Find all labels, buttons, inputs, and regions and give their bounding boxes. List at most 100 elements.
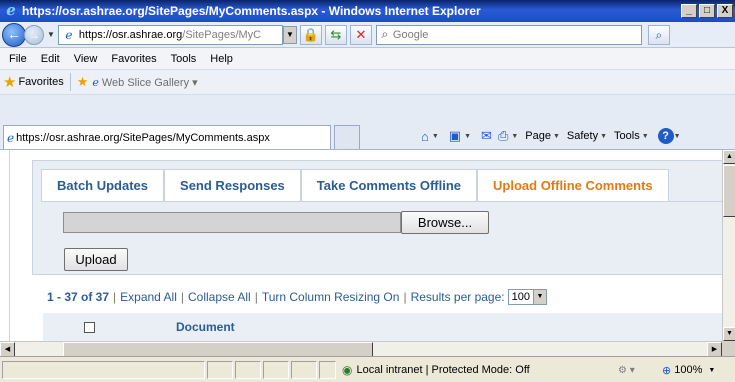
status-cell bbox=[291, 361, 317, 379]
close-button[interactable]: X bbox=[717, 4, 733, 18]
scroll-right-button[interactable]: ▶ bbox=[707, 342, 722, 357]
address-toolbar: ← → ▼ ℯ https://osr.ashrae.org/SitePages… bbox=[0, 22, 735, 48]
home-dropdown-icon[interactable]: ▼ bbox=[432, 133, 439, 140]
protected-mode-button[interactable]: ⚙ ▾ bbox=[618, 361, 635, 379]
favorites-star-icon[interactable]: ★ bbox=[3, 73, 16, 91]
feeds-dropdown-icon[interactable]: ▼ bbox=[464, 133, 471, 140]
page-menu-chevron-icon[interactable]: ▼ bbox=[553, 133, 560, 140]
column-resizing-link[interactable]: Turn Column Resizing On bbox=[262, 290, 400, 304]
stop-button[interactable]: ✕ bbox=[349, 24, 372, 45]
web-slice-gallery-link[interactable]: ℯ Web Slice Gallery ▾ bbox=[92, 76, 197, 89]
lock-icon[interactable]: 🔒 bbox=[299, 24, 322, 45]
help-chevron-icon[interactable]: ▼ bbox=[674, 133, 681, 140]
menu-help[interactable]: Help bbox=[210, 53, 233, 65]
document-column-header[interactable]: Document bbox=[176, 320, 235, 334]
address-dropdown-button[interactable]: ▼ bbox=[282, 25, 297, 44]
upload-button[interactable]: Upload bbox=[64, 248, 128, 271]
window-title: https://osr.ashrae.org/SitePages/MyComme… bbox=[22, 4, 481, 18]
help-icon[interactable]: ? bbox=[657, 128, 674, 144]
tab-row: ℯ https://osr.ashrae.org/SitePages/MyCom… bbox=[0, 95, 735, 150]
menu-file[interactable]: File bbox=[9, 53, 27, 65]
zoom-chevron-icon: ▼ bbox=[708, 366, 716, 374]
collapse-all-link[interactable]: Collapse All bbox=[188, 290, 251, 304]
security-zone[interactable]: ◉ Local intranet | Protected Mode: Off bbox=[338, 361, 558, 379]
safety-menu-chevron-icon[interactable]: ▼ bbox=[600, 133, 607, 140]
vertical-scroll-thumb[interactable] bbox=[723, 165, 735, 217]
vertical-scrollbar[interactable]: ▲ ▼ bbox=[722, 150, 735, 341]
security-zone-label: Local intranet | Protected Mode: Off bbox=[356, 364, 530, 376]
web-slice-label: Web Slice Gallery bbox=[101, 76, 190, 89]
minimize-button[interactable]: _ bbox=[681, 4, 697, 18]
ie-page-icon: ℯ bbox=[92, 76, 99, 89]
browse-button[interactable]: Browse... bbox=[401, 211, 489, 234]
home-icon[interactable]: ⌂ bbox=[421, 129, 429, 144]
results-per-page-label: Results per page: bbox=[410, 290, 505, 304]
back-button[interactable]: ← bbox=[2, 22, 26, 47]
favorites-separator bbox=[69, 73, 71, 91]
status-text-cell bbox=[2, 361, 205, 379]
search-placeholder: Google bbox=[392, 28, 429, 41]
status-cell bbox=[235, 361, 261, 379]
zoom-button[interactable]: ⊕ 100% ▼ bbox=[662, 361, 715, 379]
print-dropdown-icon[interactable]: ▼ bbox=[511, 133, 518, 140]
address-input[interactable]: ℯ https://osr.ashrae.org/SitePages/MyC bbox=[57, 24, 283, 45]
page-menu[interactable]: Page bbox=[525, 130, 551, 142]
safety-menu[interactable]: Safety bbox=[567, 130, 598, 142]
menu-tools[interactable]: Tools bbox=[171, 53, 197, 65]
horizontal-scroll-thumb[interactable] bbox=[63, 342, 373, 357]
forward-button[interactable]: → bbox=[24, 24, 44, 45]
maximize-button[interactable]: □ bbox=[699, 4, 715, 18]
search-icon: ⌕ bbox=[381, 27, 389, 41]
menu-edit[interactable]: Edit bbox=[41, 53, 60, 65]
tab-take-comments-offline[interactable]: Take Comments Offline bbox=[300, 169, 478, 201]
tab-upload-offline-comments[interactable]: Upload Offline Comments bbox=[477, 169, 669, 201]
tools-menu[interactable]: Tools bbox=[614, 130, 640, 142]
status-cell bbox=[319, 361, 336, 379]
menu-favorites[interactable]: Favorites bbox=[111, 53, 156, 65]
content-left-gutter bbox=[0, 150, 10, 341]
scroll-down-button[interactable]: ▼ bbox=[723, 327, 735, 341]
separator: | bbox=[113, 290, 117, 304]
results-count: 1 - 37 of 37 bbox=[47, 290, 110, 304]
refresh-button[interactable]: ⇆ bbox=[324, 24, 347, 45]
tab-strip: Batch Updates Send Responses Take Commen… bbox=[41, 169, 669, 201]
add-favorite-icon[interactable]: ★ bbox=[77, 74, 89, 90]
search-go-button[interactable]: ⌕ bbox=[647, 24, 670, 45]
separator: | bbox=[180, 290, 184, 304]
search-input[interactable]: ⌕ Google bbox=[375, 24, 642, 45]
file-path-input[interactable] bbox=[63, 212, 401, 233]
ie-logo-icon: ℯ bbox=[6, 2, 16, 19]
mail-icon[interactable]: ✉ bbox=[481, 128, 492, 144]
menu-view[interactable]: View bbox=[74, 53, 98, 65]
tab-title: https://osr.ashrae.org/SitePages/MyComme… bbox=[16, 131, 270, 144]
tools-menu-chevron-icon[interactable]: ▼ bbox=[642, 133, 649, 140]
zoom-icon: ⊕ bbox=[662, 364, 672, 377]
separator: | bbox=[403, 290, 407, 304]
command-bar: ⌂ ▼ ▣ ▼ ✉ ⎙ ▼ Page ▼ Safety ▼ Tools ▼ ? ▼ bbox=[418, 125, 688, 147]
horizontal-scrollbar[interactable]: ◀ ▶ bbox=[0, 341, 722, 357]
scroll-left-button[interactable]: ◀ bbox=[0, 342, 15, 357]
print-icon[interactable]: ⎙ bbox=[498, 128, 508, 144]
results-per-page-select[interactable]: 100 ▼ bbox=[507, 289, 547, 305]
title-bar: ℯ https://osr.ashrae.org/SitePages/MyCom… bbox=[0, 0, 735, 22]
chevron-down-icon: ▼ bbox=[532, 290, 546, 304]
favorites-button[interactable]: Favorites bbox=[18, 76, 63, 88]
feeds-icon[interactable]: ▣ bbox=[449, 128, 461, 144]
intranet-globe-icon: ◉ bbox=[342, 363, 353, 377]
tab-batch-updates[interactable]: Batch Updates bbox=[41, 169, 165, 201]
status-cell bbox=[207, 361, 233, 379]
expand-all-link[interactable]: Expand All bbox=[120, 290, 177, 304]
tab-ie-icon: ℯ bbox=[7, 130, 15, 145]
separator: | bbox=[254, 290, 258, 304]
page-icon: ℯ bbox=[65, 27, 73, 42]
results-toolbar: 1 - 37 of 37 | Expand All | Collapse All… bbox=[47, 289, 547, 305]
select-all-checkbox[interactable] bbox=[84, 321, 95, 333]
recent-pages-chevron-icon[interactable]: ▼ bbox=[47, 30, 55, 39]
new-tab-button[interactable] bbox=[334, 125, 360, 149]
tab-send-responses[interactable]: Send Responses bbox=[164, 169, 301, 201]
browser-tab[interactable]: ℯ https://osr.ashrae.org/SitePages/MyCom… bbox=[3, 125, 331, 149]
comments-tab-panel: Batch Updates Send Responses Take Commen… bbox=[32, 160, 722, 275]
menu-bar: File Edit View Favorites Tools Help bbox=[0, 48, 735, 70]
url-host: https://osr.ashrae.org bbox=[78, 28, 183, 41]
scroll-up-button[interactable]: ▲ bbox=[723, 150, 735, 164]
